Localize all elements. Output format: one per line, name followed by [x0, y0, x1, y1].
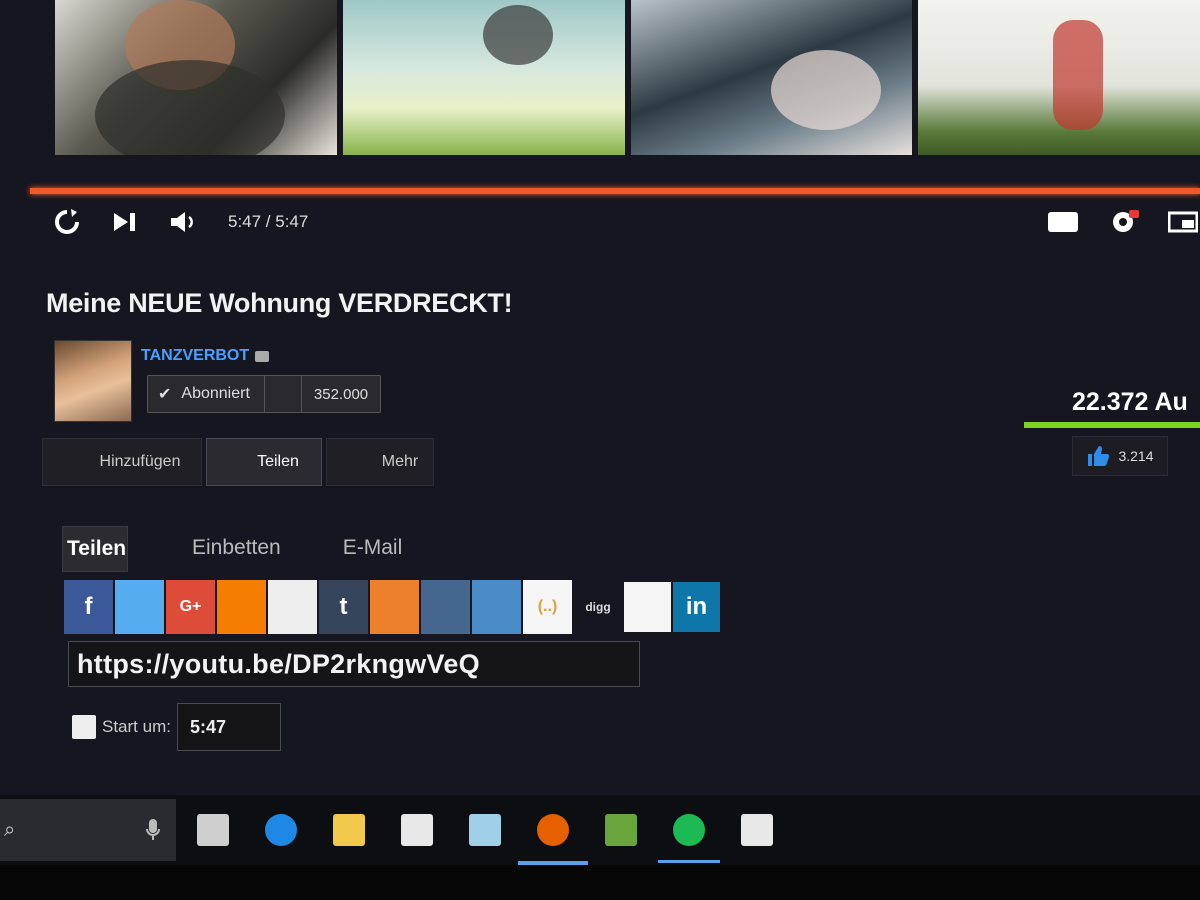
firefox-glyph [537, 814, 569, 846]
end-screen-thumbnails [55, 0, 1200, 155]
tab-email-label: E-Mail [342, 536, 403, 559]
start-at-row: Start um: 5:47 [72, 703, 281, 751]
checkmark-icon: ✔ [158, 386, 172, 403]
subtitles-icon[interactable] [1046, 205, 1080, 239]
firefox-icon[interactable] [518, 809, 588, 865]
linkedin-share-button[interactable]: in [673, 582, 720, 632]
start-at-input[interactable]: 5:47 [176, 703, 281, 751]
monitor-bezel [0, 865, 1200, 900]
share-label: Teilen [257, 453, 299, 470]
video-thumbnail[interactable] [55, 0, 337, 155]
thumbs-up-icon [1088, 446, 1110, 466]
kakao-icon: (..) [537, 598, 558, 615]
channel-avatar[interactable] [54, 340, 132, 422]
like-ratio-bar [1024, 422, 1200, 428]
linkedin-icon: in [685, 593, 708, 620]
share-services: f G+ t (..) digg in [64, 580, 720, 634]
next-icon[interactable] [108, 205, 142, 239]
taskbar-search-box[interactable]: ⌕ [0, 799, 176, 861]
progress-bar[interactable] [30, 188, 1200, 194]
verified-icon [255, 350, 270, 362]
miniplayer-icon[interactable] [1166, 205, 1200, 239]
share-url-field[interactable]: https://youtu.be/DP2rkngwVeQ [68, 641, 640, 687]
player-controls-right [1046, 204, 1200, 240]
microphone-icon[interactable] [146, 818, 160, 842]
task-view-glyph [197, 814, 229, 846]
tab-share[interactable]: Teilen [62, 526, 128, 572]
more-button[interactable]: Mehr [326, 438, 434, 486]
video-title: Meine NEUE Wohnung VERDRECKT! [46, 288, 513, 318]
video-thumbnail[interactable] [630, 0, 913, 155]
subscribe-label: Abonniert [181, 385, 250, 402]
store-glyph [401, 814, 433, 846]
facebook-share-button[interactable]: f [64, 580, 113, 634]
start-at-checkbox[interactable] [72, 715, 96, 739]
twitter-share-button[interactable] [115, 580, 164, 634]
tab-embed-label: Einbetten [192, 536, 281, 559]
edge-icon[interactable] [260, 809, 302, 851]
share-panel-tabs: Teilen Einbetten E-Mail [62, 526, 402, 572]
taskbar-apps [192, 809, 778, 865]
google-plus-icon: G+ [179, 598, 202, 615]
digg-share-button[interactable]: digg [574, 580, 622, 634]
file-explorer-glyph [333, 814, 365, 846]
google-plus-share-button[interactable]: G+ [166, 580, 215, 634]
view-count: 22.372 Au [1072, 388, 1188, 416]
tumblr-share-button[interactable]: t [319, 580, 368, 634]
tab-embed[interactable]: Einbetten [192, 526, 281, 570]
tumblr-icon: t [339, 593, 348, 620]
channel-name-row: TANZVERBOT [141, 347, 270, 365]
kakao-share-button[interactable]: (..) [523, 580, 572, 634]
photos-glyph [469, 814, 501, 846]
settings-icon[interactable] [1106, 205, 1140, 239]
subscribe-button[interactable]: ✔ Abonniert [148, 376, 265, 412]
minecraft-icon[interactable] [600, 809, 642, 851]
add-to-button[interactable]: Hinzufügen [42, 438, 202, 486]
reddit-share-button[interactable] [268, 580, 317, 634]
search-icon: ⌕ [4, 818, 16, 841]
subscribe-group: ✔ Abonniert 352.000 [147, 375, 382, 413]
channel-name[interactable]: TANZVERBOT [141, 347, 249, 365]
time-display: 5:47 / 5:47 [228, 212, 309, 231]
replay-icon[interactable] [50, 205, 84, 239]
minecraft-glyph [605, 814, 637, 846]
like-count: 3.214 [1118, 448, 1154, 464]
spotify-glyph [673, 814, 705, 846]
photos-icon[interactable] [464, 809, 506, 851]
video-thumbnail[interactable] [918, 0, 1200, 155]
digg-icon: digg [585, 600, 611, 614]
blogger-share-button[interactable] [217, 580, 266, 634]
odnoklassniki-share-button[interactable] [370, 580, 419, 634]
start-at-label: Start um: [102, 717, 171, 736]
spotify-icon[interactable] [658, 809, 720, 863]
subscriber-count: 352.000 [313, 385, 369, 403]
player-controls: 5:47 / 5:47 [50, 204, 1200, 240]
file-explorer-icon[interactable] [328, 809, 370, 851]
notification-bell-button[interactable] [265, 376, 302, 412]
tab-share-label: Teilen [67, 537, 127, 560]
mail-glyph [741, 814, 773, 846]
more-label: Mehr [381, 453, 419, 470]
video-actions: Hinzufügen Teilen Mehr [42, 438, 434, 486]
edge-glyph [265, 814, 297, 846]
tab-email[interactable]: E-Mail [343, 526, 403, 570]
windows-taskbar: ⌕ [0, 795, 1200, 865]
pinterest-share-button[interactable] [472, 580, 521, 634]
task-view-icon[interactable] [192, 809, 234, 851]
add-label: Hinzufügen [99, 453, 181, 470]
store-icon[interactable] [396, 809, 438, 851]
volume-icon[interactable] [166, 205, 200, 239]
like-button[interactable]: 3.214 [1072, 436, 1168, 476]
mail-icon[interactable] [736, 809, 778, 851]
video-thumbnail[interactable] [342, 0, 625, 155]
progress-fill [30, 188, 1200, 194]
share-button[interactable]: Teilen [206, 438, 322, 486]
stumbleupon-share-button[interactable] [624, 582, 671, 632]
vk-share-button[interactable] [421, 580, 470, 634]
facebook-icon: f [84, 593, 93, 620]
